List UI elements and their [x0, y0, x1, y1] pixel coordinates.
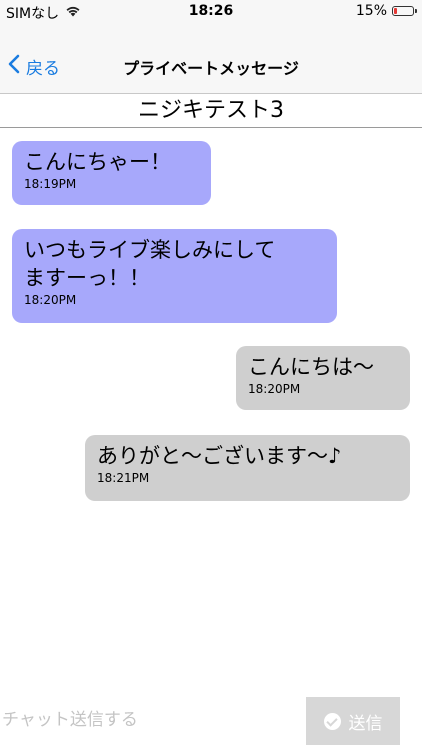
battery-level [394, 8, 397, 14]
check-circle-icon [323, 712, 341, 730]
message-time: 18:19PM [24, 177, 77, 191]
message-bubble-incoming: いつもライブ楽しみにして ますーっ！！ 18:20PM [12, 229, 337, 323]
send-label: 送信 [348, 713, 383, 734]
message-bubble-outgoing: こんにちは〜 18:20PM [236, 346, 410, 410]
battery-percent: 15% [355, 3, 387, 19]
status-bar: SIMなし 18:26 15% [0, 0, 422, 24]
message-text: ありがと〜ございます〜♪ [97, 444, 342, 468]
message-text: こんにちは〜 [248, 355, 374, 379]
message-time: 18:20PM [248, 382, 301, 396]
conversation-title: ニジキテスト3 [0, 94, 422, 128]
message-text: こんにちゃー！ [24, 150, 171, 174]
send-button[interactable]: 送信 [306, 697, 400, 745]
navigation-bar: 戻る プライベートメッセージ [0, 24, 422, 94]
status-right: 15% [355, 3, 417, 19]
message-time: 18:21PM [97, 471, 150, 485]
battery-icon [392, 6, 417, 16]
message-bubble-outgoing: ありがと〜ございます〜♪ 18:21PM [85, 435, 410, 501]
message-time: 18:20PM [24, 293, 77, 307]
message-bubble-incoming: こんにちゃー！ 18:19PM [12, 141, 211, 205]
page-title: プライベートメッセージ [123, 59, 299, 78]
message-text: いつもライブ楽しみにして ますーっ！！ [24, 238, 276, 290]
chat-input[interactable] [0, 700, 302, 740]
